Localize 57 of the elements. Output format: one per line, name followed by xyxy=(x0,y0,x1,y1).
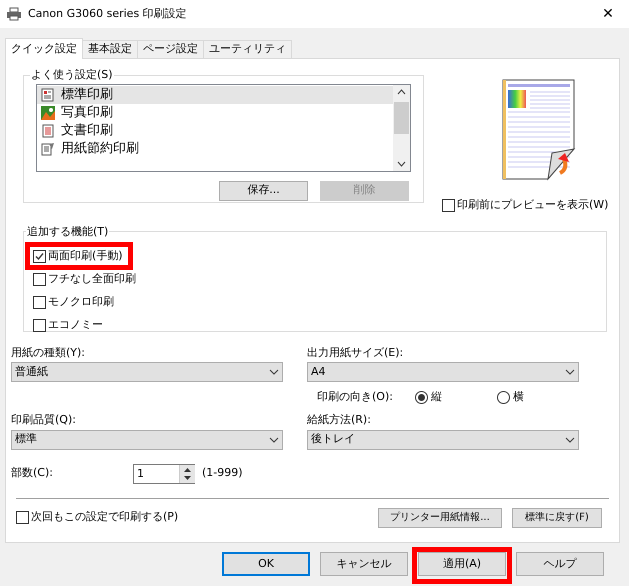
list-item[interactable]: 文書印刷 xyxy=(37,122,393,140)
checkbox-label: 両面印刷(手動) xyxy=(48,248,123,264)
dialog-button[interactable]: ヘルプ xyxy=(516,552,604,576)
close-button[interactable]: ✕ xyxy=(593,4,623,24)
field-label: 部数(C): xyxy=(11,465,54,482)
print-quality-select[interactable]: 標準 xyxy=(11,430,283,450)
media-type-select[interactable]: 普通紙 xyxy=(11,362,283,382)
checkbox-label: 次回もこの設定で印刷する(P) xyxy=(31,509,178,526)
scrollbar[interactable] xyxy=(393,84,410,170)
paper-size-select[interactable]: A4 xyxy=(307,362,579,382)
checkbox-label: モノクロ印刷 xyxy=(48,294,114,310)
document-icon xyxy=(41,124,55,138)
field-label: 印刷の向き(O): xyxy=(317,388,394,405)
chevron-down-icon xyxy=(565,369,575,375)
list-item[interactable]: 写真印刷 xyxy=(37,104,393,122)
range-hint: (1-999) xyxy=(202,465,243,482)
chevron-down-icon xyxy=(269,369,279,375)
printer-icon xyxy=(6,7,22,21)
radio-button[interactable] xyxy=(496,390,510,404)
group-label: 追加する機能(T) xyxy=(26,224,110,240)
folded-page-icon xyxy=(41,142,55,156)
checkbox[interactable] xyxy=(442,198,455,212)
radio-label: 横 xyxy=(512,388,524,405)
field-label: 出力用紙サイズ(E): xyxy=(307,344,404,360)
checkbox-label: エコノミー xyxy=(48,316,103,333)
scrollbar-thumb[interactable] xyxy=(394,102,409,134)
checkbox[interactable] xyxy=(33,318,46,332)
dialog-button[interactable]: 適用(A) xyxy=(418,552,506,576)
paper-source-select[interactable]: 後トレイ xyxy=(307,430,579,450)
checkbox[interactable] xyxy=(33,250,46,262)
chevron-down-icon xyxy=(269,436,279,442)
tab[interactable]: クイック設定 xyxy=(5,38,83,59)
spin-arrows-icon[interactable] xyxy=(179,464,194,482)
checkbox[interactable] xyxy=(16,511,29,524)
list-item[interactable]: 用紙節約印刷 xyxy=(37,140,393,158)
document-icon xyxy=(41,88,55,102)
photo-icon xyxy=(41,106,55,120)
field-label: 用紙の種類(Y): xyxy=(11,344,86,360)
checkbox[interactable] xyxy=(33,272,46,286)
checkbox-label: 印刷前にプレビューを表示(W) xyxy=(457,197,608,213)
checkbox-label: フチなし全面印刷 xyxy=(48,270,136,287)
save-button[interactable]: 保存... xyxy=(219,180,308,200)
radio-button[interactable] xyxy=(414,390,428,404)
copies-spinbox[interactable]: 1 xyxy=(133,464,195,484)
dialog-button[interactable]: キャンセル xyxy=(320,552,408,576)
window-title: Canon G3060 series 印刷設定 xyxy=(28,6,188,22)
list-item[interactable]: 標準印刷 xyxy=(37,86,393,104)
paper-info-button[interactable]: プリンター用紙情報... xyxy=(378,508,502,528)
group-label: よく使う設定(S) xyxy=(30,67,114,83)
field-label: 印刷品質(Q): xyxy=(11,412,77,428)
field-label: 給紙方法(R): xyxy=(307,412,372,428)
chevron-down-icon xyxy=(565,436,575,442)
dialog-button[interactable]: OK xyxy=(222,552,310,576)
radio-label: 縦 xyxy=(430,388,442,405)
checkbox[interactable] xyxy=(33,296,46,308)
tab[interactable]: ユーティリティ xyxy=(203,40,292,58)
reset-defaults-button[interactable]: 標準に戻す(F) xyxy=(512,508,602,528)
